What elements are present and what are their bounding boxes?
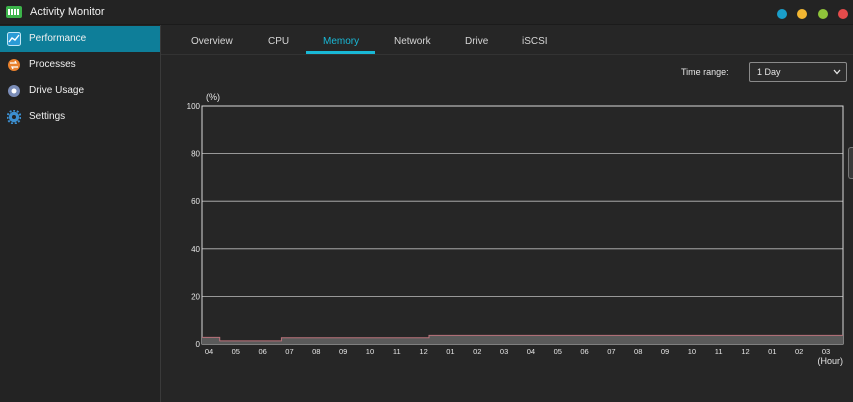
x-tick-label: 02 <box>795 347 803 356</box>
x-tick-label: 02 <box>473 347 481 356</box>
chart-series <box>202 334 843 344</box>
y-tick-labels: 0 20 40 60 80 100 <box>187 102 201 349</box>
x-tick-label: 06 <box>580 347 588 356</box>
x-tick-label: 09 <box>339 347 347 356</box>
x-tick-label: 01 <box>768 347 776 356</box>
x-tick-label: 08 <box>312 347 320 356</box>
x-tick-label: 04 <box>205 347 213 356</box>
chart-plot-frame <box>201 105 844 345</box>
x-tick-label: 12 <box>741 347 749 356</box>
x-tick-label: 04 <box>527 347 535 356</box>
y-tick-label: 40 <box>191 245 200 254</box>
x-tick-label: 11 <box>715 347 723 356</box>
x-tick-label: 03 <box>500 347 508 356</box>
x-tick-label: 07 <box>607 347 615 356</box>
y-axis-label: (%) <box>206 92 220 102</box>
x-tick-label: 06 <box>258 347 266 356</box>
chart-grid <box>202 153 843 297</box>
memory-usage-chart: 020406080100 04 05 06 07 08 09 10 11 12 01 02 03 04 0… <box>187 92 844 366</box>
y-tick-label: 80 <box>191 150 200 159</box>
x-axis-label: (Hour) <box>817 356 843 366</box>
x-tick-label: 10 <box>688 347 696 356</box>
y-tick-label: 20 <box>191 292 200 301</box>
x-tick-label: 05 <box>232 347 240 356</box>
x-tick-label: 11 <box>393 347 401 356</box>
x-tick-label: 09 <box>661 347 669 356</box>
x-tick-labels: 04 05 06 07 08 09 10 11 12 01 02 03 04 05 06 07 08 09 10 11… <box>205 347 830 356</box>
x-tick-label: 05 <box>554 347 562 356</box>
y-tick-label: 100 <box>187 102 201 111</box>
x-tick-label: 10 <box>366 347 374 356</box>
y-tick-label: 60 <box>191 197 200 206</box>
x-tick-label: 12 <box>419 347 427 356</box>
series-area <box>202 335 843 344</box>
x-tick-label: 08 <box>634 347 642 356</box>
x-tick-label: 01 <box>446 347 454 356</box>
y-tick-label: 0 <box>196 340 201 349</box>
x-tick-label: 07 <box>285 347 293 356</box>
x-tick-label: 03 <box>822 347 830 356</box>
